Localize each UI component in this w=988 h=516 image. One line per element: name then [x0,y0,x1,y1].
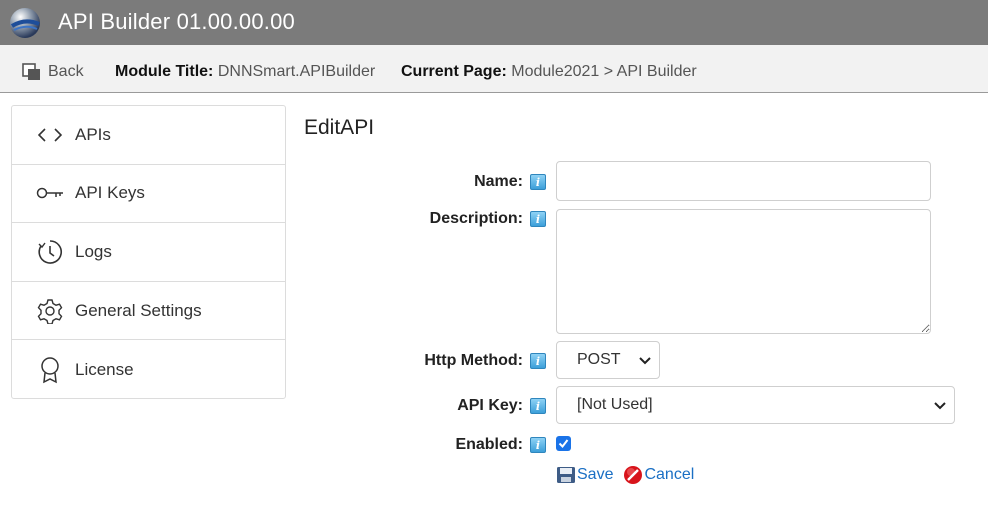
http-method-label: Http Method: [424,352,523,369]
back-button[interactable]: Back [22,62,84,82]
sidebar-item-label: General Settings [75,300,202,320]
enabled-label: Enabled: [455,436,523,453]
code-icon [36,121,64,149]
key-icon [36,179,64,207]
help-icon[interactable]: i [530,437,546,453]
help-icon[interactable]: i [530,174,546,190]
module-title-value: DNNSmart.APIBuilder [217,63,376,80]
help-icon[interactable]: i [530,353,546,369]
description-textarea[interactable] [556,209,931,334]
name-input[interactable] [556,161,931,201]
app-logo-icon [8,6,42,40]
help-icon[interactable]: i [530,211,546,227]
floppy-disk-icon [557,467,575,483]
award-icon [36,356,64,384]
module-title-label: Module Title: [115,63,214,80]
chevron-down-icon [934,402,946,410]
save-label: Save [577,466,614,483]
current-page: Current Page: Module2021 > API Builder [401,63,697,81]
http-method-value: POST [577,351,621,368]
checkmark-icon [558,439,569,449]
sidebar-item-logs[interactable]: Logs [12,223,285,282]
description-label: Description: [429,210,523,227]
sidebar-item-label: API Keys [75,183,145,203]
cancel-button[interactable]: Cancel [623,465,694,485]
help-icon[interactable]: i [530,398,546,414]
cancel-icon [624,466,643,484]
form-title: EditAPI [304,116,375,139]
save-button[interactable]: Save [556,466,613,484]
api-key-select[interactable]: [Not Used] [556,386,955,424]
title-bar: API Builder 01.00.00.00 [0,0,988,45]
current-page-value: Module2021 > API Builder [511,63,697,80]
sidebar-item-general-settings[interactable]: General Settings [12,282,285,341]
current-page-label: Current Page: [401,63,507,80]
enabled-checkbox[interactable] [556,436,571,451]
sidebar: APIs API Keys Logs General Settings Lice… [11,105,286,399]
api-key-value: [Not Used] [577,396,653,413]
sidebar-item-label: APIs [75,124,111,144]
cancel-label: Cancel [644,466,695,483]
app-title: API Builder 01.00.00.00 [58,9,295,34]
info-bar: Back Module Title: DNNSmart.APIBuilder C… [0,45,988,93]
http-method-select[interactable]: POST [556,341,660,379]
sidebar-item-label: Logs [75,241,112,261]
chevron-down-icon [639,357,651,365]
sidebar-item-api-keys[interactable]: API Keys [12,165,285,224]
back-icon [22,63,40,80]
sidebar-item-license[interactable]: License [12,340,285,399]
sidebar-item-apis[interactable]: APIs [12,106,285,165]
gear-icon [36,297,64,325]
api-key-label: API Key: [457,397,523,414]
module-title: Module Title: DNNSmart.APIBuilder [115,63,375,81]
clock-icon [36,238,64,266]
back-label: Back [48,63,84,80]
sidebar-item-label: License [75,359,134,379]
name-label: Name: [474,173,523,190]
form-actions: Save Cancel [556,465,694,485]
